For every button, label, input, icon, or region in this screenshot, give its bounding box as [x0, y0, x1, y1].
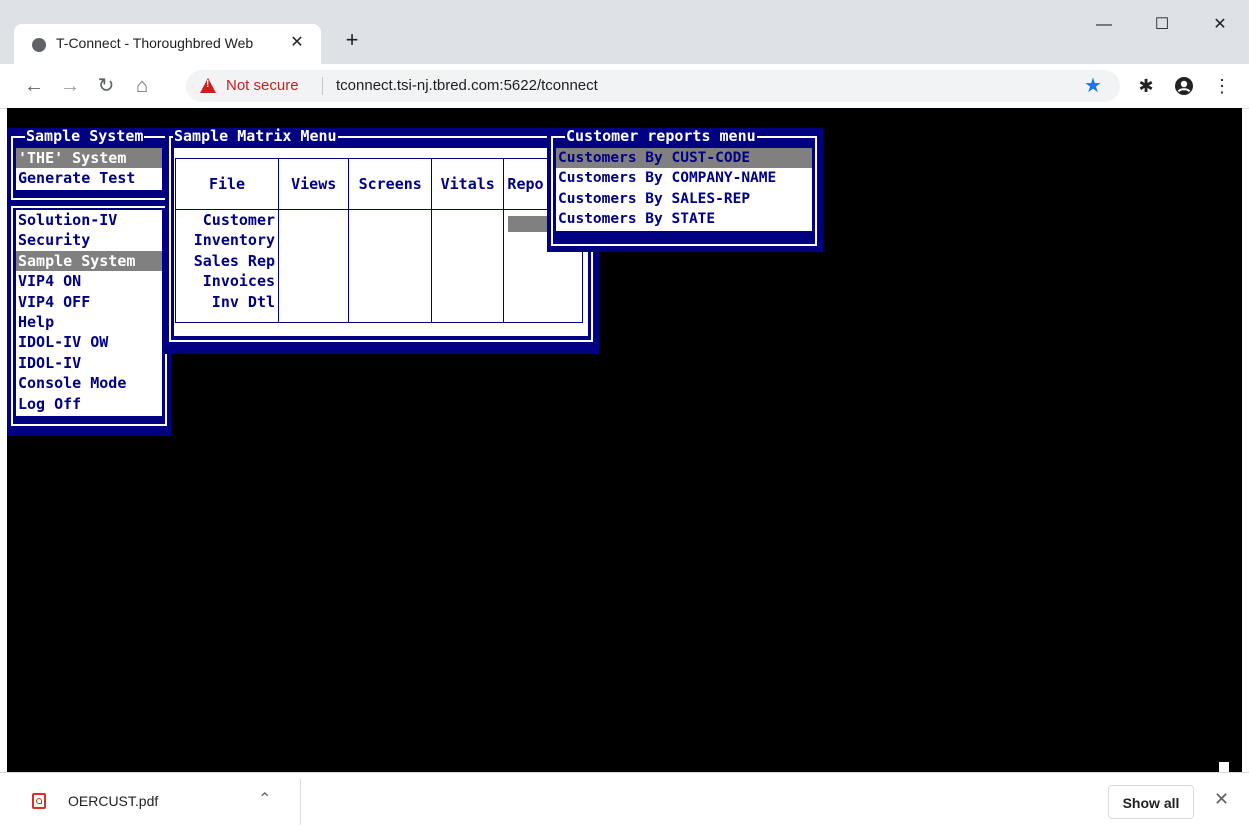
column-header[interactable]: Vitals: [430, 158, 505, 210]
row-label[interactable]: Customer: [179, 210, 275, 230]
download-file-name[interactable]: OERCUST.pdf: [68, 793, 158, 809]
warning-icon: [200, 78, 216, 93]
home-icon[interactable]: ⌂: [128, 72, 156, 100]
row-label[interactable]: Inventory: [179, 230, 275, 250]
column-header[interactable]: Views: [278, 158, 350, 210]
forward-icon[interactable]: →: [56, 72, 84, 100]
system-list: 'THE' System Generate Test: [16, 148, 162, 190]
customer-reports-list: Customers By CUST-CODE Customers By COMP…: [556, 148, 812, 231]
menu-item[interactable]: IDOL-IV OW: [16, 332, 162, 352]
list-item[interactable]: Generate Test: [16, 168, 162, 188]
customer-reports-window: Customer reports menu Customers By CUST-…: [547, 128, 823, 252]
not-secure-label[interactable]: Not secure: [226, 77, 299, 94]
reload-icon[interactable]: ↻: [92, 72, 120, 100]
maximize-button[interactable]: ☐: [1140, 10, 1184, 40]
chevron-up-icon[interactable]: ⌃: [258, 789, 271, 809]
menu-item[interactable]: Sample System: [16, 250, 162, 272]
row-label[interactable]: Invoices: [179, 271, 275, 291]
new-tab-button[interactable]: +: [338, 26, 366, 54]
main-menu-list: Solution-IV Security Sample System VIP4 …: [16, 210, 162, 416]
menu-item[interactable]: Console Mode: [16, 373, 162, 393]
menu-item[interactable]: IDOL-IV: [16, 353, 162, 373]
close-icon[interactable]: ✕: [1214, 789, 1229, 810]
omnibox-divider: [322, 77, 323, 95]
matrix-cell-screens[interactable]: [348, 209, 432, 323]
menu-item[interactable]: Solution-IV: [16, 210, 162, 230]
minimize-button[interactable]: —: [1082, 10, 1126, 40]
row-label[interactable]: Inv Dtl: [179, 292, 275, 312]
profile-icon[interactable]: [1170, 72, 1198, 100]
terminal-screen[interactable]: Sample System 'THE' System Generate Test…: [7, 108, 1242, 774]
menu-item[interactable]: Log Off: [16, 394, 162, 414]
menu-item[interactable]: VIP4 ON: [16, 271, 162, 291]
address-bar[interactable]: Not secure tconnect.tsi-nj.tbred.com:562…: [186, 70, 1120, 102]
row-labels: Customer Inventory Sales Rep Invoices In…: [174, 209, 280, 323]
pdf-icon: [32, 793, 46, 809]
column-header[interactable]: File: [174, 158, 280, 210]
menu-item[interactable]: Help: [16, 312, 162, 332]
window-title: Customer reports menu: [565, 127, 757, 145]
matrix-menu-window: Sample Matrix Menu File Views Screens Vi…: [165, 128, 599, 354]
download-divider: [300, 779, 301, 825]
tab-strip: T-Connect - Thoroughbred Web ✕ + — ☐ ✕: [0, 0, 1249, 64]
row-label[interactable]: Sales Rep: [179, 251, 275, 271]
window-title: Sample System: [25, 127, 145, 145]
download-bar: OERCUST.pdf ⌃ Show all ✕: [0, 772, 1249, 832]
back-icon[interactable]: ←: [20, 72, 48, 100]
column-header[interactable]: Screens: [348, 158, 432, 210]
report-item[interactable]: Customers By COMPANY-NAME: [556, 168, 812, 188]
show-all-button[interactable]: Show all: [1108, 785, 1194, 819]
report-item[interactable]: Customers By STATE: [556, 209, 812, 229]
menu-item[interactable]: Security: [16, 230, 162, 250]
matrix-cell-views[interactable]: [278, 209, 350, 323]
favicon-icon: [32, 38, 46, 52]
window-title: Sample Matrix Menu: [173, 127, 338, 145]
close-window-button[interactable]: ✕: [1198, 10, 1242, 40]
matrix-cell-vitals[interactable]: [430, 209, 505, 323]
sample-system-window: Sample System 'THE' System Generate Test…: [7, 128, 171, 436]
report-item[interactable]: Customers By CUST-CODE: [556, 148, 812, 169]
menu-item[interactable]: VIP4 OFF: [16, 292, 162, 312]
star-icon[interactable]: ★: [1084, 73, 1102, 98]
list-item[interactable]: 'THE' System: [16, 148, 162, 169]
report-item[interactable]: Customers By SALES-REP: [556, 189, 812, 209]
extensions-icon[interactable]: ✱: [1132, 72, 1160, 100]
matrix-table: File Views Screens Vitals Repo Customer …: [174, 158, 583, 323]
tab-close-icon[interactable]: ✕: [286, 32, 308, 54]
browser-toolbar: ← → ↻ ⌂ Not secure tconnect.tsi-nj.tbred…: [0, 64, 1249, 109]
browser-window: T-Connect - Thoroughbred Web ✕ + — ☐ ✕ ←…: [0, 0, 1249, 832]
url-text[interactable]: tconnect.tsi-nj.tbred.com:5622/tconnect: [336, 77, 598, 94]
tab-tconnect[interactable]: T-Connect - Thoroughbred Web ✕: [14, 24, 321, 64]
menu-icon[interactable]: ⋮: [1208, 72, 1236, 100]
tab-title: T-Connect - Thoroughbred Web: [56, 35, 254, 51]
